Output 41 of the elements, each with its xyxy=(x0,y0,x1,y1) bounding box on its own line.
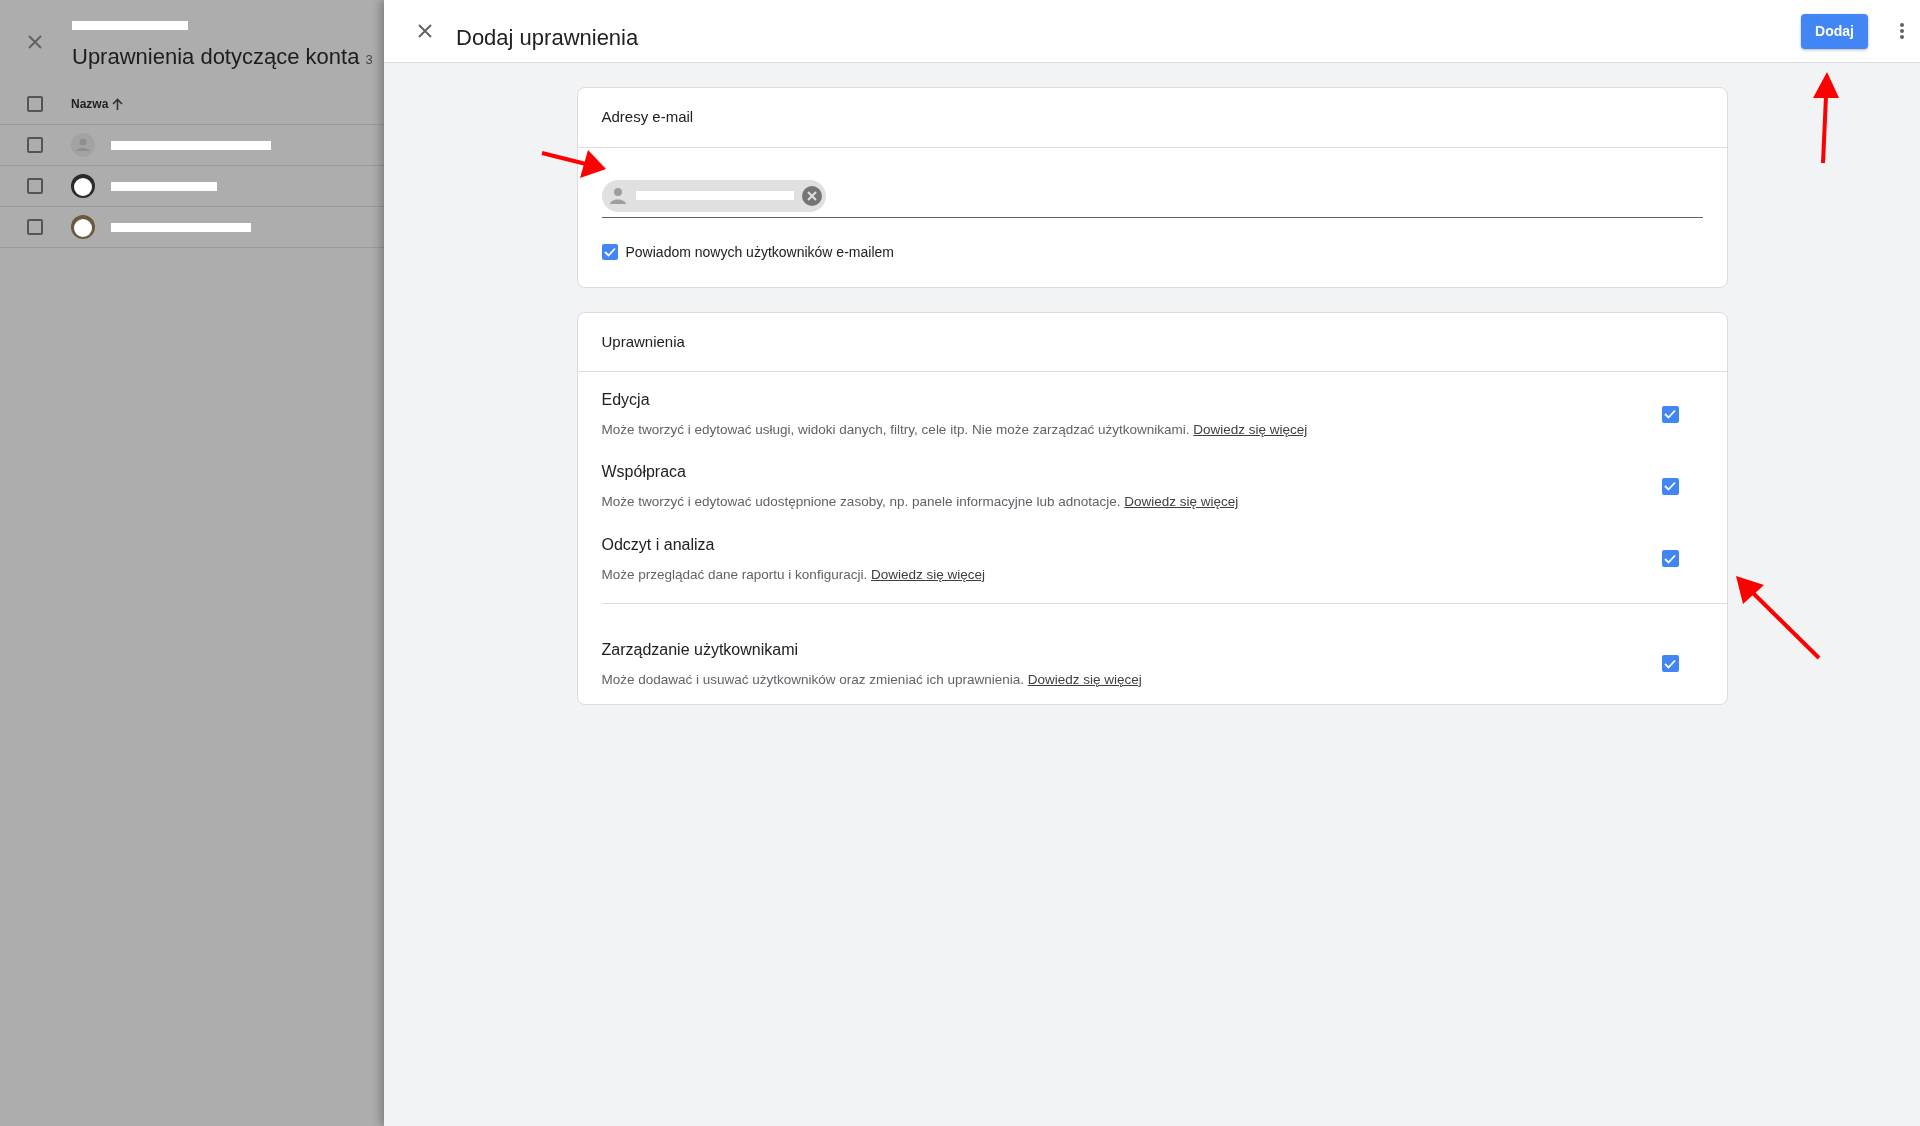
avatar-icon xyxy=(71,174,95,198)
panel-title: Uprawnienia dotyczące konta xyxy=(72,43,360,71)
learn-more-link[interactable]: Dowiedz się więcej xyxy=(1027,671,1142,687)
permission-name: Współpraca xyxy=(601,462,687,483)
checkbox[interactable] xyxy=(601,244,618,260)
permission-name: Zarządzanie użytkownikami xyxy=(601,639,800,660)
email-input-field[interactable] xyxy=(601,179,1703,218)
checkbox[interactable] xyxy=(1661,550,1679,568)
avatar-icon xyxy=(71,133,95,157)
close-icon[interactable] xyxy=(28,35,42,49)
email-chip[interactable] xyxy=(601,179,826,212)
checkbox[interactable] xyxy=(1661,477,1679,495)
annotation-arrow xyxy=(541,150,606,178)
sort-arrow-icon xyxy=(112,98,124,110)
add-button[interactable]: Dodaj xyxy=(1801,13,1868,49)
user-count: 3 xyxy=(365,51,373,69)
permission-description: Może tworzyć i edytować udostępnione zasoby, np. panele informacyjne lub adnotacje. Dowiedz się więcej xyxy=(601,493,1240,512)
more-options-icon[interactable] xyxy=(1900,23,1904,39)
checkbox[interactable] xyxy=(27,96,43,112)
checkbox[interactable] xyxy=(1661,405,1679,423)
person-icon xyxy=(607,185,628,206)
checkbox[interactable] xyxy=(27,219,43,235)
section-title: Adresy e-mail xyxy=(577,88,1727,148)
checkbox[interactable] xyxy=(27,178,43,194)
checkbox[interactable] xyxy=(27,137,43,153)
section-title: Uprawnienia xyxy=(577,312,1727,372)
avatar-icon xyxy=(71,215,95,239)
permission-description: Może przeglądać dane raportu i konfiguracji. Dowiedz się więcej xyxy=(601,565,986,584)
dialog-title: Dodaj uprawnienia xyxy=(456,23,640,52)
learn-more-link[interactable]: Dowiedz się więcej xyxy=(1124,494,1239,510)
close-icon[interactable] xyxy=(418,24,432,38)
checkbox-label: Powiadom nowych użytkowników e-mailem xyxy=(625,242,894,262)
checkbox[interactable] xyxy=(1661,655,1679,673)
learn-more-link[interactable]: Dowiedz się więcej xyxy=(1193,422,1308,437)
permission-description: Może tworzyć i edytować usługi, widoki danych, filtry, cele itp. Nie może zarządzać użytkownikami. Dowiedz się więcej xyxy=(601,421,1309,439)
column-header: Nazwa xyxy=(71,96,109,113)
permission-description: Może dodawać i usuwać użytkowników oraz zmieniać ich uprawnienia. Dowiedz się więcej xyxy=(601,670,1143,689)
permission-name: Odczyt i analiza xyxy=(601,534,716,555)
permission-name: Edycja xyxy=(601,390,651,410)
remove-icon[interactable] xyxy=(801,185,822,206)
learn-more-link[interactable]: Dowiedz się więcej xyxy=(870,566,985,582)
